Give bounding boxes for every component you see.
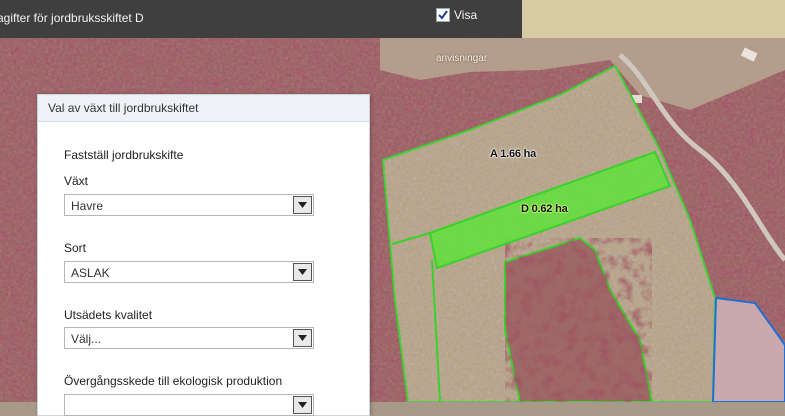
variety-select[interactable]: ASLAK — [64, 261, 314, 283]
chevron-down-icon[interactable] — [293, 196, 312, 214]
variety-label: Sort — [64, 241, 87, 255]
visa-toggle[interactable]: Visa — [436, 8, 477, 22]
top-bar-title: agifter för jordbruksskiftet D — [0, 11, 144, 25]
panel-subtitle: Fastställ jordbrukskifte — [64, 148, 184, 162]
chevron-down-icon[interactable] — [293, 263, 312, 281]
crop-label: Växt — [64, 174, 89, 188]
area-a-label: A 1.66 ha — [490, 148, 537, 160]
top-bar-strip — [522, 0, 785, 38]
organic-transition-label: Övergångsskede till ekologisk produktion — [64, 374, 283, 388]
variety-select-value: ASLAK — [71, 266, 110, 280]
seed-quality-select-value: Välj... — [71, 332, 102, 346]
chevron-down-icon[interactable] — [293, 396, 312, 414]
visa-checkbox[interactable] — [436, 8, 450, 22]
panel-header: Val av växt till jordbrukskiftet — [38, 95, 369, 122]
top-bar: agifter för jordbruksskiftet D Visa — [0, 0, 522, 38]
seed-quality-select[interactable]: Välj... — [64, 327, 314, 349]
map-hint-text: anvisningar — [436, 53, 488, 64]
crop-selection-panel: Val av växt till jordbrukskiftet Faststä… — [37, 94, 370, 416]
organic-transition-select[interactable] — [64, 394, 314, 416]
crop-select-value: Havre — [71, 199, 104, 213]
checkmark-icon — [438, 10, 448, 20]
seed-quality-label: Utsädets kvalitet — [64, 308, 153, 322]
chevron-down-icon[interactable] — [293, 329, 312, 347]
visa-label: Visa — [454, 8, 478, 22]
crop-select[interactable]: Havre — [64, 194, 314, 216]
area-d-label: D 0.62 ha — [521, 203, 568, 215]
